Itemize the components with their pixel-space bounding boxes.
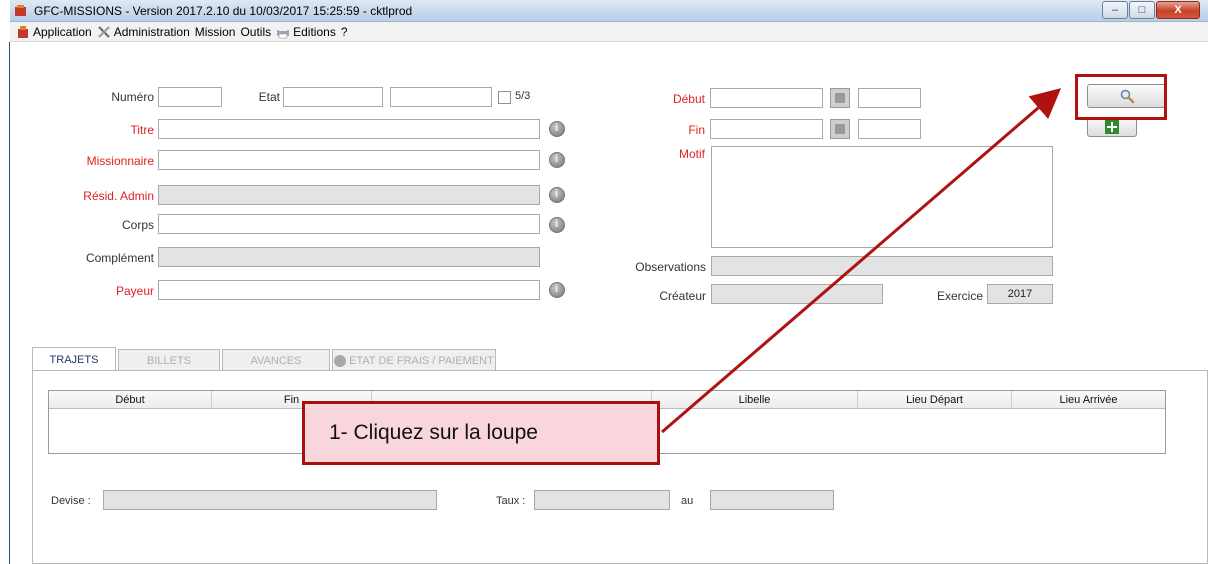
numero-field[interactable] [158,87,222,107]
add-button[interactable] [1087,117,1137,137]
exercice-label: Exercice [936,289,983,303]
complement-label: Complément [85,251,154,265]
titre-info-icon[interactable] [549,121,565,137]
checkbox-5-3[interactable] [498,91,511,104]
motif-label: Motif [678,147,705,161]
fin-time-field[interactable] [858,119,921,139]
corps-field[interactable] [158,214,540,234]
window-title: GFC-MISSIONS - Version 2017.2.10 du 10/0… [34,4,413,18]
tab-etat-de-frais-label: ETAT DE FRAIS / PAIEMENT [349,354,494,367]
minimize-button[interactable]: – [1102,1,1128,19]
menu-application-label: Application [33,24,92,39]
menu-bar: Application Administration Mission Outil… [10,22,1208,42]
mission-form: Numéro Etat 5/3 Titre Missionnaire Résid… [10,43,1208,564]
observations-label: Observations [635,260,706,274]
fin-label: Fin [688,123,705,137]
debut-time-field[interactable] [858,88,921,108]
au-field [710,490,834,510]
au-label: au [681,495,694,507]
devise-label: Devise : [51,495,91,507]
menu-help[interactable]: ? [341,25,348,39]
menu-mission[interactable]: Mission [195,25,236,39]
menu-editions-label: Editions [293,24,336,39]
fin-calendar-icon[interactable] [830,119,850,139]
payeur-label: Payeur [115,284,154,298]
payeur-field[interactable] [158,280,540,300]
app-icon [15,5,26,16]
tab-avances[interactable]: AVANCES [222,349,330,371]
col-debut[interactable]: Début [49,391,212,408]
corps-info-icon[interactable] [549,217,565,233]
missionnaire-field[interactable] [158,150,540,170]
taux-label: Taux : [496,495,526,507]
menu-mission-label: Mission [194,24,236,39]
window-controls: – □ X [1101,1,1200,20]
tab-billets-label: BILLETS [146,354,192,367]
search-button-highlight [1075,74,1167,120]
instruction-callout: 1- Cliquez sur la loupe [302,401,660,465]
etat-label: Etat [258,90,280,104]
createur-label: Créateur [659,289,706,303]
menu-help-label: ? [340,24,348,39]
complement-field [158,247,540,267]
window-left-edge [0,0,10,564]
fin-date-field[interactable] [710,119,823,139]
debut-date-field[interactable] [710,88,823,108]
close-button[interactable]: X [1156,1,1200,19]
menu-editions[interactable]: Editions [276,25,336,39]
trajets-panel: Début Fin Libelle Lieu Départ Lieu Arriv… [32,370,1208,564]
payeur-info-icon[interactable] [549,282,565,298]
debut-calendar-icon[interactable] [830,88,850,108]
resid-admin-field [158,185,540,205]
missionnaire-info-icon[interactable] [549,152,565,168]
tab-avances-label: AVANCES [250,354,302,367]
tools-icon [98,25,110,38]
window-titlebar: GFC-MISSIONS - Version 2017.2.10 du 10/0… [10,0,1208,22]
missionnaire-label: Missionnaire [86,154,154,168]
menu-administration-label: Administration [113,24,190,39]
tab-trajets-label: TRAJETS [49,353,99,366]
col-lieu-depart[interactable]: Lieu Départ [858,391,1012,408]
mission-tabs: TRAJETS BILLETS AVANCES ETAT DE FRAIS / … [32,347,498,371]
resid-admin-info-icon[interactable] [549,187,565,203]
menu-outils[interactable]: Outils [240,25,271,39]
tab-etat-de-frais[interactable]: ETAT DE FRAIS / PAIEMENT [332,349,496,371]
printer-icon [277,26,290,38]
tab-billets[interactable]: BILLETS [118,349,220,371]
motif-textarea[interactable] [711,146,1053,248]
etat-field[interactable] [283,87,383,107]
etat-detail-field[interactable] [390,87,492,107]
createur-field [711,284,883,304]
devise-field [103,490,437,510]
tab-trajets[interactable]: TRAJETS [32,347,116,371]
resid-admin-label: Résid. Admin [83,189,154,203]
debut-label: Début [672,92,705,106]
taux-field [534,490,670,510]
menu-application[interactable]: Application [16,25,92,39]
titre-label: Titre [130,123,154,137]
menu-administration[interactable]: Administration [97,25,190,39]
corps-label: Corps [121,218,154,232]
checkbox-5-3-label: 5/3 [515,90,531,102]
lock-icon [334,354,347,367]
app-icon [18,25,28,38]
observations-field [711,256,1053,276]
col-lieu-arrivee[interactable]: Lieu Arrivée [1012,391,1165,408]
numero-label: Numéro [111,90,154,104]
maximize-button[interactable]: □ [1129,1,1155,19]
menu-outils-label: Outils [240,24,272,39]
plus-icon [1105,120,1119,134]
instruction-callout-text: 1- Cliquez sur la loupe [329,421,538,444]
col-libelle[interactable]: Libelle [652,391,858,408]
exercice-field: 2017 [987,284,1053,304]
titre-field[interactable] [158,119,540,139]
